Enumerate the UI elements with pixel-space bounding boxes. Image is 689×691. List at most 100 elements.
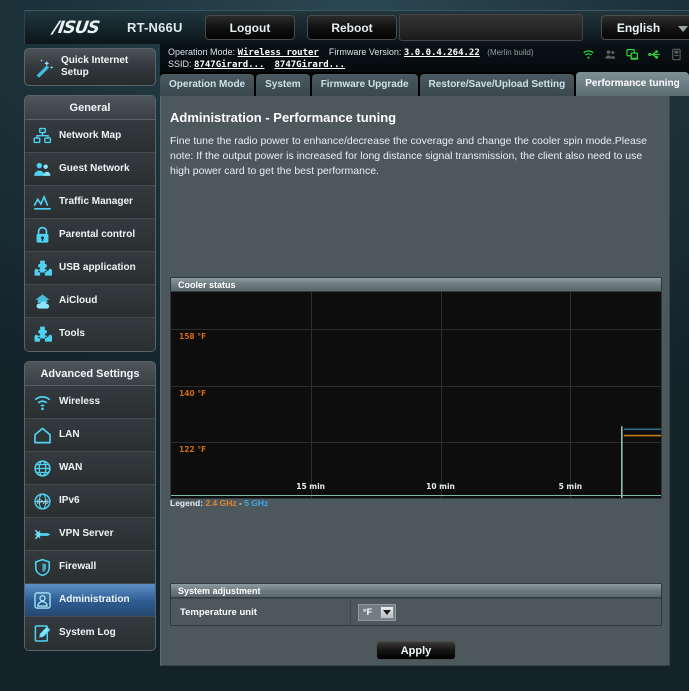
sidebar-label: System Log — [59, 627, 116, 638]
guest-users-icon — [605, 50, 616, 59]
info-strip: Operation Mode: Wireless router Firmware… — [160, 44, 689, 72]
sidebar-item-administration[interactable]: Administration — [25, 584, 155, 617]
temperature-unit-select[interactable]: °F — [358, 603, 396, 621]
operation-mode-label: Operation Mode: — [168, 47, 236, 57]
reboot-button[interactable]: Reboot — [307, 15, 397, 40]
administration-icon — [34, 592, 51, 609]
guest-network-icon — [34, 162, 51, 176]
sidebar-label: Guest Network — [59, 163, 130, 174]
sidebar-label: WAN — [59, 462, 83, 473]
sidebar-item-ipv6[interactable]: IPv6 IPv6 — [25, 485, 155, 518]
printer-icon — [672, 48, 681, 61]
tab-operation-mode[interactable]: Operation Mode — [160, 74, 255, 96]
sidebar-item-traffic-manager[interactable]: Traffic Manager — [25, 186, 155, 219]
usb-icon — [648, 50, 660, 59]
devices-icon — [626, 49, 639, 60]
legend-24ghz: 2.4 GHz — [205, 498, 237, 508]
sidebar-label: VPN Server — [59, 528, 114, 539]
svg-text:IPv6: IPv6 — [37, 500, 50, 506]
ssid-value-24[interactable]: 8747Girard... — [194, 60, 264, 70]
cooler-status-title: Cooler status — [171, 278, 661, 292]
info-line-primary: Operation Mode: Wireless router Firmware… — [168, 47, 534, 58]
tab-bar: Operation Mode System Firmware Upgrade R… — [160, 72, 689, 96]
general-menu-header: General — [25, 96, 155, 120]
quick-internet-setup-label: Quick Internet Setup — [61, 55, 129, 78]
tab-restore-save-upload-setting[interactable]: Restore/Save/Upload Setting — [419, 74, 575, 96]
sidebar-item-usb-application[interactable]: USB application — [25, 252, 155, 285]
page-title: Administration - Performance tuning — [170, 110, 397, 125]
cooler-status-chart: 158 °F 140 °F 122 °F 15 min 10 min 5 min — [171, 292, 661, 498]
sidebar-item-aicloud[interactable]: AiCloud — [25, 285, 155, 318]
chevron-down-icon — [678, 26, 688, 32]
quick-internet-setup-button[interactable]: Quick Internet Setup — [24, 48, 156, 86]
tools-icon — [34, 326, 52, 342]
magic-wand-icon — [36, 59, 54, 78]
wan-icon — [34, 460, 51, 477]
wireless-icon — [34, 396, 51, 411]
system-adjustment-title: System adjustment — [171, 584, 661, 598]
network-map-icon — [33, 127, 52, 144]
chevron-down-icon[interactable] — [380, 605, 394, 619]
ipv6-icon: IPv6 — [34, 493, 51, 510]
cooler-status-panel: Cooler status 158 °F 140 °F 122 °F 15 min 10… — [170, 277, 662, 499]
sidebar-label: USB application — [59, 262, 136, 273]
sidebar: Quick Internet Setup General Network Map — [24, 48, 156, 651]
info-line-ssid: SSID: 8747Girard... 8747Girard... — [168, 59, 345, 70]
advanced-settings-menu-block: Advanced Settings Wireless LAN WAN IPv6 … — [24, 361, 156, 651]
sidebar-item-wireless[interactable]: Wireless — [25, 386, 155, 419]
sidebar-item-vpn-server[interactable]: VPN Server — [25, 518, 155, 551]
logout-button[interactable]: Logout — [205, 15, 295, 40]
asus-logo: /ISUS — [51, 18, 101, 38]
vpn-server-icon — [34, 529, 51, 540]
sidebar-label: Network Map — [59, 130, 122, 141]
firewall-icon — [34, 558, 51, 577]
sidebar-item-firewall[interactable]: Firewall — [25, 551, 155, 584]
legend-5ghz: 5 GHz — [244, 498, 269, 508]
general-menu-block: General Network Map Guest Network Traffi… — [24, 95, 156, 352]
sidebar-label: Traffic Manager — [59, 196, 133, 207]
top-bar: /ISUS RT-N66U Logout Reboot English — [24, 10, 689, 44]
operation-mode-value[interactable]: Wireless router — [238, 48, 319, 58]
chart-legend: Legend: 2.4 GHz - 5 GHz — [170, 498, 268, 508]
header-spacer — [399, 14, 583, 41]
language-selector[interactable]: English — [601, 15, 689, 40]
tab-performance-tuning[interactable]: Performance tuning — [576, 72, 689, 96]
status-icon-group — [582, 48, 683, 61]
sidebar-item-guest-network[interactable]: Guest Network — [25, 153, 155, 186]
router-admin-page: /ISUS RT-N66U Logout Reboot English Oper… — [0, 0, 689, 691]
ssid-value-5[interactable]: 8747Girard... — [275, 60, 345, 70]
ssid-label: SSID: — [168, 59, 192, 69]
sidebar-label: Firewall — [59, 561, 97, 572]
legend-separator: - — [239, 498, 242, 508]
sidebar-label: Tools — [59, 328, 85, 339]
firmware-note: (Merlin build) — [487, 48, 534, 57]
apply-button-row: Apply — [170, 641, 662, 660]
wifi-icon — [583, 50, 594, 59]
firmware-value[interactable]: 3.0.0.4.264.22 — [404, 48, 480, 58]
sidebar-label: Administration — [59, 594, 130, 605]
sidebar-item-lan[interactable]: LAN — [25, 419, 155, 452]
chart-series-layer — [620, 426, 661, 498]
system-log-icon — [34, 625, 51, 642]
aicloud-icon — [35, 294, 50, 309]
system-adjustment-panel: System adjustment Temperature unit °F — [170, 583, 662, 626]
tab-system[interactable]: System — [256, 74, 310, 96]
apply-button[interactable]: Apply — [376, 641, 456, 660]
temperature-unit-field: °F — [351, 599, 661, 625]
sidebar-label: LAN — [59, 429, 80, 440]
temperature-unit-value: °F — [363, 607, 373, 617]
temperature-unit-label: Temperature unit — [171, 599, 351, 625]
tab-firmware-upgrade[interactable]: Firmware Upgrade — [311, 74, 418, 96]
parental-control-icon — [36, 226, 49, 243]
sidebar-label: Parental control — [59, 229, 136, 240]
firmware-label: Firmware Version: — [328, 47, 402, 57]
sidebar-item-tools[interactable]: Tools — [25, 318, 155, 351]
sidebar-item-system-log[interactable]: System Log — [25, 617, 155, 650]
sidebar-item-wan[interactable]: WAN — [25, 452, 155, 485]
sidebar-label: Wireless — [59, 396, 101, 407]
router-model-label: RT-N66U — [127, 20, 183, 35]
sidebar-item-parental-control[interactable]: Parental control — [25, 219, 155, 252]
usb-application-icon — [34, 260, 52, 276]
sidebar-item-network-map[interactable]: Network Map — [25, 120, 155, 153]
temperature-unit-row: Temperature unit °F — [171, 598, 661, 625]
